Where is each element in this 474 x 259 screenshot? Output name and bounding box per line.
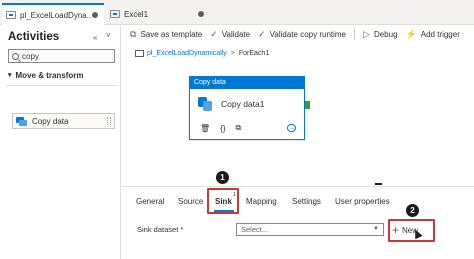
add-trigger-label: Add trigger: [420, 29, 460, 39]
editor-tab-bar: pl_ExcelLoadDyna... Excel1: [0, 0, 474, 25]
highlight-box-sink-tab: [207, 188, 239, 214]
validate-copy-runtime-button[interactable]: ✓ Validate copy runtime: [258, 29, 346, 40]
chevron-down-icon[interactable]: ˅: [106, 31, 111, 40]
success-output-port[interactable]: [305, 101, 310, 109]
activities-panel: Activities « ˅ ▾ Move & transform Copy d…: [0, 25, 121, 259]
pipeline-icon: [135, 50, 144, 57]
panel-divider: [122, 186, 474, 187]
pipeline-icon: [6, 11, 16, 19]
save-as-template-label: Save as template: [140, 29, 203, 39]
trigger-icon: ⚡: [405, 28, 417, 39]
copy-data-label: Copy data: [32, 116, 69, 126]
step-badge-1: 1: [216, 171, 229, 184]
tab-pipeline[interactable]: pl_ExcelLoadDyna...: [2, 3, 104, 25]
group-label: Move & transform: [15, 70, 84, 80]
breadcrumb-separator: >: [230, 50, 235, 57]
chevron-down-icon: ▼: [373, 226, 379, 232]
plus-icon: +: [392, 223, 400, 237]
pipeline-toolbar: ⧉ Save as template ✓ Validate ✓ Validate…: [122, 25, 474, 43]
step-badge-2: 2: [406, 204, 419, 217]
activity-node-name: Copy data1: [221, 99, 265, 109]
tab-mapping[interactable]: Mapping: [246, 197, 277, 206]
activity-node-body: Copy data1: [190, 89, 304, 119]
group-move-transform[interactable]: ▾ Move & transform: [0, 68, 120, 82]
unsaved-dot-icon[interactable]: [92, 12, 98, 18]
search-icon: [12, 52, 19, 60]
tab-settings[interactable]: Settings: [292, 197, 321, 206]
debug-label: Debug: [373, 29, 398, 39]
breadcrumb-current: ForEach1: [238, 50, 270, 57]
validate-button[interactable]: ✓ Validate: [210, 29, 250, 40]
tab-pipeline-label: pl_ExcelLoadDyna...: [20, 10, 92, 20]
activity-node-header: Copy data: [190, 77, 304, 89]
delete-icon[interactable]: 🗑: [200, 124, 210, 133]
sink-dataset-select[interactable]: Select... ▼: [236, 223, 384, 236]
panel-resize-handle[interactable]: [375, 183, 382, 185]
drag-handle-icon[interactable]: [107, 117, 111, 125]
validate-label: Validate: [221, 29, 251, 39]
tab-dataset-label: Excel1: [124, 9, 149, 19]
validate-copy-runtime-label: Validate copy runtime: [269, 29, 347, 39]
collapse-icon[interactable]: «: [93, 33, 97, 42]
play-icon: ▷: [363, 28, 370, 39]
check-icon: ✓: [258, 28, 266, 39]
save-as-template-button[interactable]: ⧉ Save as template: [130, 29, 202, 40]
add-output-arrow-icon[interactable]: →: [287, 124, 297, 132]
copy-data-icon: [16, 116, 28, 126]
clone-icon[interactable]: ⧉: [236, 123, 242, 133]
tab-source[interactable]: Source: [178, 197, 203, 206]
toolbar-separator: [354, 28, 356, 40]
properties-tabs: General Source Sink Mapping Settings Use…: [122, 195, 474, 211]
copy-data-icon: [198, 97, 212, 111]
sink-dataset-placeholder: Select...: [241, 225, 269, 234]
breadcrumb: pl_ExcelLoadDynamically > ForEach1: [135, 50, 269, 57]
chevron-down-icon: ▾: [8, 72, 12, 79]
divider: [6, 85, 118, 86]
dataset-icon: [110, 10, 120, 18]
template-icon: ⧉: [130, 28, 137, 39]
copy-data-activity-node[interactable]: Copy data Copy data1 🗑 {} ⧉ →: [189, 76, 305, 140]
activity-node-actions: 🗑 {} ⧉ →: [200, 123, 300, 133]
breadcrumb-pipeline-link[interactable]: pl_ExcelLoadDynamically: [147, 50, 227, 57]
activities-title: Activities: [8, 31, 60, 43]
unsaved-dot-icon[interactable]: [198, 11, 204, 17]
activities-search[interactable]: [8, 49, 115, 63]
tab-dataset[interactable]: Excel1: [106, 3, 210, 25]
tab-user-properties[interactable]: User properties: [335, 197, 390, 206]
add-trigger-button[interactable]: ⚡ Add trigger: [406, 29, 460, 40]
check-icon: ✓: [210, 28, 218, 39]
copy-data-activity-item[interactable]: Copy data: [12, 113, 115, 129]
debug-button[interactable]: ▷ Debug: [363, 29, 398, 40]
sink-dataset-label: Sink dataset *: [137, 225, 184, 234]
code-icon[interactable]: {}: [220, 124, 225, 133]
search-input[interactable]: [22, 51, 112, 61]
tab-general[interactable]: General: [136, 197, 164, 206]
